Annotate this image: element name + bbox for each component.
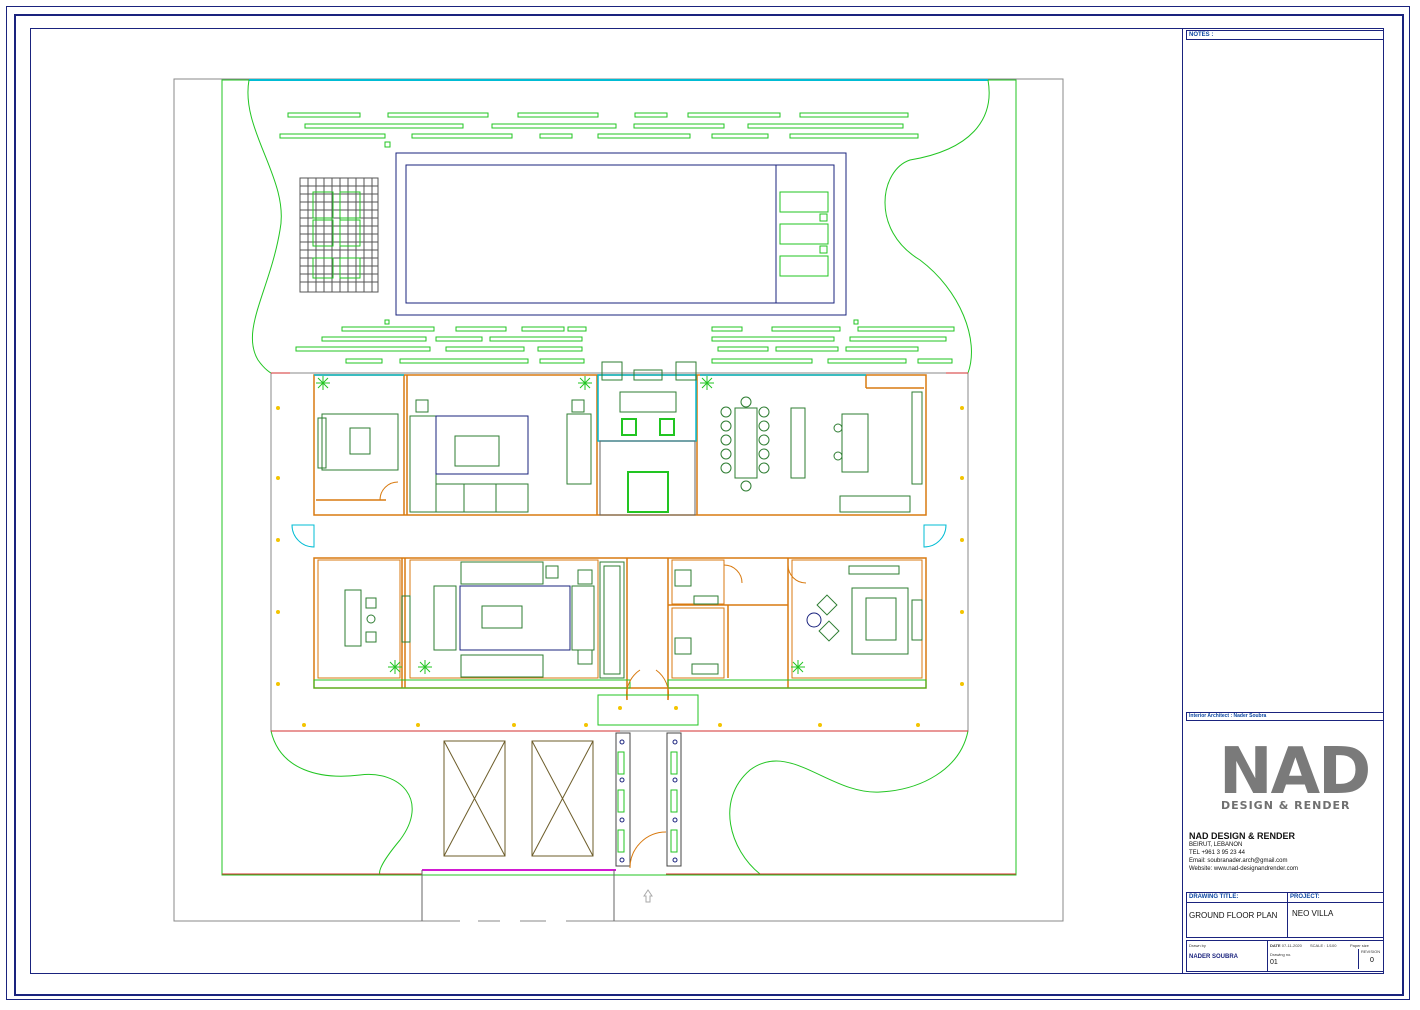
scale-value: 1/100: [1326, 943, 1337, 948]
drawn-by: NADER SOUBRA: [1189, 954, 1239, 960]
lawn-edge-left: [247, 79, 282, 374]
drawing-no-label: Drawing no.: [1270, 952, 1292, 957]
house-terrace: [270, 372, 969, 732]
date-field: DATE 07-11-2020: [1270, 943, 1302, 948]
parking-spaces: [443, 740, 594, 857]
stepping-stones-top: [279, 112, 919, 148]
logo-subtitle: DESIGN & RENDER: [1221, 799, 1351, 812]
entry-arrow-icon: [643, 889, 653, 903]
furniture: [317, 361, 923, 679]
title-block: NOTES : Interior Architect : Nader Soubr…: [1182, 28, 1384, 974]
entrance-porch: [597, 694, 699, 726]
pergola-grid: [299, 177, 379, 293]
drawing-title: GROUND FLOOR PLAN: [1189, 911, 1278, 920]
company-info: NAD DESIGN & RENDER BEIRUT, LEBANON TEL …: [1189, 831, 1298, 873]
drawing-title-cell: DRAWING TITLE: GROUND FLOOR PLAN: [1187, 893, 1288, 937]
drawing-project-row: DRAWING TITLE: GROUND FLOOR PLAN PROJECT…: [1186, 892, 1384, 938]
company-email: Email: soubranader.arch@gmail.com: [1189, 858, 1288, 864]
drawn-by-cell: Drawn by NADER SOUBRA: [1187, 941, 1268, 971]
company-city: BEIRUT, LEBANON: [1189, 842, 1243, 848]
company-tel: TEL +961 3 95 23 44: [1189, 850, 1245, 856]
scale-field: SCALE : 1/100: [1310, 943, 1337, 948]
date-value: 07-11-2020: [1281, 943, 1302, 948]
drawing-meta-cell: DATE 07-11-2020 SCALE : 1/100 Paper size…: [1268, 941, 1383, 971]
company-website: Website: www.nad-designandrender.com: [1189, 866, 1298, 872]
stepping-stones-middle: [295, 319, 955, 364]
architect-row: Interior Architect : Nader Soubra: [1186, 712, 1384, 721]
plants: [316, 376, 805, 674]
revision-value: 0: [1370, 957, 1374, 964]
company-logo: NAD: [1219, 735, 1371, 809]
drawn-by-label: Drawn by: [1189, 943, 1206, 948]
architect-line: Interior Architect : Nader Soubra: [1189, 713, 1267, 719]
lawn-edge-front-left: [270, 730, 413, 875]
doors: [291, 524, 947, 548]
walkway: [615, 732, 682, 869]
notes-header: NOTES :: [1186, 30, 1384, 40]
pergola-seating: [312, 191, 361, 279]
driveway: [222, 869, 1016, 923]
project-name: NEO VILLA: [1292, 909, 1334, 918]
logo-text: NAD: [1219, 735, 1371, 809]
project-cell: PROJECT: NEO VILLA: [1288, 893, 1383, 937]
notes-label: NOTES :: [1189, 32, 1214, 38]
garden-boundary: [221, 79, 1017, 876]
swimming-pool: [395, 152, 847, 316]
project-label: PROJECT:: [1288, 893, 1383, 903]
drawing-no: 01: [1270, 959, 1278, 966]
glazing: [314, 374, 866, 442]
paper-size-label: Paper size: [1350, 943, 1369, 948]
drawing-info-row: Drawn by NADER SOUBRA DATE 07-11-2020 SC…: [1186, 940, 1384, 972]
date-label: DATE: [1270, 943, 1281, 948]
scale-label: SCALE: [1310, 943, 1324, 948]
revision-cell: REVISION 0: [1358, 949, 1385, 969]
company-name: NAD DESIGN & RENDER: [1189, 831, 1296, 841]
drawing-title-label: DRAWING TITLE:: [1187, 893, 1287, 903]
front-window-strip: [313, 679, 927, 689]
lawn-edge-front-right: [729, 730, 969, 875]
